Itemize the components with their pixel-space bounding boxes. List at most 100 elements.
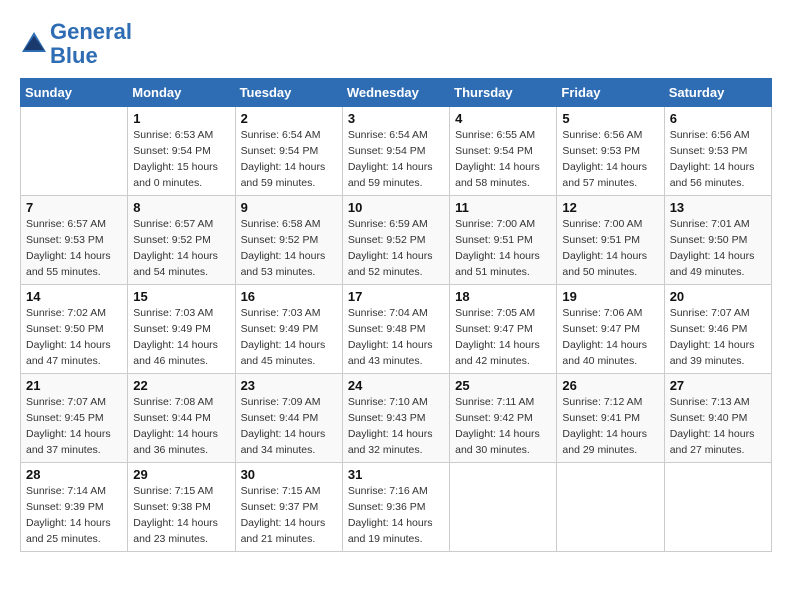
day-number: 24 <box>348 378 444 393</box>
day-cell: 23 Sunrise: 7:09 AMSunset: 9:44 PMDayligh… <box>235 374 342 463</box>
day-cell: 13Sunrise: 7:01 AMSunset: 9:50 PMDayligh… <box>664 196 771 285</box>
day-cell: 9 Sunrise: 6:58 AMSunset: 9:52 PMDaylight… <box>235 196 342 285</box>
day-info: Sunrise: 7:10 AMSunset: 9:43 PMDaylight:… <box>348 395 444 458</box>
day-cell: 30 Sunrise: 7:15 AMSunset: 9:37 PMDayligh… <box>235 463 342 552</box>
day-cell: 4Sunrise: 6:55 AMSunset: 9:54 PMDaylight… <box>450 107 557 196</box>
day-number: 3 <box>348 111 444 126</box>
day-cell <box>664 463 771 552</box>
day-number: 9 <box>241 200 337 215</box>
day-cell: 5Sunrise: 6:56 AMSunset: 9:53 PMDaylight… <box>557 107 664 196</box>
day-info: Sunrise: 7:08 AMSunset: 9:44 PMDaylight:… <box>133 395 229 458</box>
day-header: Saturday <box>664 79 771 107</box>
day-info: Sunrise: 6:58 AMSunset: 9:52 PMDaylight:… <box>241 217 337 280</box>
day-number: 27 <box>670 378 766 393</box>
day-header: Monday <box>128 79 235 107</box>
logo-text: General Blue <box>50 20 132 68</box>
day-number: 11 <box>455 200 551 215</box>
day-number: 30 <box>241 467 337 482</box>
day-info: Sunrise: 7:06 AMSunset: 9:47 PMDaylight:… <box>562 306 658 369</box>
day-number: 5 <box>562 111 658 126</box>
week-row: 21 Sunrise: 7:07 AMSunset: 9:45 PMDayligh… <box>21 374 772 463</box>
day-info: Sunrise: 6:54 AMSunset: 9:54 PMDaylight:… <box>348 128 444 191</box>
day-number: 19 <box>562 289 658 304</box>
day-info: Sunrise: 7:03 AMSunset: 9:49 PMDaylight:… <box>241 306 337 369</box>
day-info: Sunrise: 6:59 AMSunset: 9:52 PMDaylight:… <box>348 217 444 280</box>
day-cell: 28 Sunrise: 7:14 AMSunset: 9:39 PMDayligh… <box>21 463 128 552</box>
day-number: 16 <box>241 289 337 304</box>
day-cell: 1 Sunrise: 6:53 AMSunset: 9:54 PMDaylight… <box>128 107 235 196</box>
day-info: Sunrise: 7:04 AMSunset: 9:48 PMDaylight:… <box>348 306 444 369</box>
day-info: Sunrise: 7:07 AMSunset: 9:45 PMDaylight:… <box>26 395 122 458</box>
day-number: 14 <box>26 289 122 304</box>
day-cell: 18Sunrise: 7:05 AMSunset: 9:47 PMDayligh… <box>450 285 557 374</box>
day-number: 8 <box>133 200 229 215</box>
week-row: 14 Sunrise: 7:02 AMSunset: 9:50 PMDayligh… <box>21 285 772 374</box>
day-cell <box>450 463 557 552</box>
day-number: 1 <box>133 111 229 126</box>
day-cell <box>557 463 664 552</box>
day-cell: 29Sunrise: 7:15 AMSunset: 9:38 PMDayligh… <box>128 463 235 552</box>
day-cell: 27Sunrise: 7:13 AMSunset: 9:40 PMDayligh… <box>664 374 771 463</box>
day-info: Sunrise: 7:09 AMSunset: 9:44 PMDaylight:… <box>241 395 337 458</box>
day-number: 12 <box>562 200 658 215</box>
day-info: Sunrise: 7:00 AMSunset: 9:51 PMDaylight:… <box>562 217 658 280</box>
day-cell: 8 Sunrise: 6:57 AMSunset: 9:52 PMDaylight… <box>128 196 235 285</box>
day-info: Sunrise: 7:02 AMSunset: 9:50 PMDaylight:… <box>26 306 122 369</box>
day-info: Sunrise: 7:01 AMSunset: 9:50 PMDaylight:… <box>670 217 766 280</box>
day-number: 2 <box>241 111 337 126</box>
week-row: 7Sunrise: 6:57 AMSunset: 9:53 PMDaylight… <box>21 196 772 285</box>
day-info: Sunrise: 6:57 AMSunset: 9:53 PMDaylight:… <box>26 217 122 280</box>
day-cell: 26Sunrise: 7:12 AMSunset: 9:41 PMDayligh… <box>557 374 664 463</box>
day-number: 28 <box>26 467 122 482</box>
day-cell: 15Sunrise: 7:03 AMSunset: 9:49 PMDayligh… <box>128 285 235 374</box>
day-number: 6 <box>670 111 766 126</box>
day-cell: 11 Sunrise: 7:00 AMSunset: 9:51 PMDayligh… <box>450 196 557 285</box>
day-info: Sunrise: 7:03 AMSunset: 9:49 PMDaylight:… <box>133 306 229 369</box>
day-number: 21 <box>26 378 122 393</box>
day-cell: 24 Sunrise: 7:10 AMSunset: 9:43 PMDayligh… <box>342 374 449 463</box>
day-number: 18 <box>455 289 551 304</box>
day-cell: 31 Sunrise: 7:16 AMSunset: 9:36 PMDayligh… <box>342 463 449 552</box>
day-number: 29 <box>133 467 229 482</box>
day-cell: 12 Sunrise: 7:00 AMSunset: 9:51 PMDayligh… <box>557 196 664 285</box>
day-number: 26 <box>562 378 658 393</box>
day-cell: 25Sunrise: 7:11 AMSunset: 9:42 PMDayligh… <box>450 374 557 463</box>
day-cell <box>21 107 128 196</box>
day-number: 22 <box>133 378 229 393</box>
week-row: 28 Sunrise: 7:14 AMSunset: 9:39 PMDayligh… <box>21 463 772 552</box>
day-number: 20 <box>670 289 766 304</box>
day-cell: 20 Sunrise: 7:07 AMSunset: 9:46 PMDayligh… <box>664 285 771 374</box>
day-header: Tuesday <box>235 79 342 107</box>
day-cell: 2 Sunrise: 6:54 AMSunset: 9:54 PMDaylight… <box>235 107 342 196</box>
day-cell: 17 Sunrise: 7:04 AMSunset: 9:48 PMDayligh… <box>342 285 449 374</box>
day-cell: 21 Sunrise: 7:07 AMSunset: 9:45 PMDayligh… <box>21 374 128 463</box>
day-number: 23 <box>241 378 337 393</box>
day-cell: 19 Sunrise: 7:06 AMSunset: 9:47 PMDayligh… <box>557 285 664 374</box>
day-info: Sunrise: 7:11 AMSunset: 9:42 PMDaylight:… <box>455 395 551 458</box>
day-header: Sunday <box>21 79 128 107</box>
day-info: Sunrise: 6:54 AMSunset: 9:54 PMDaylight:… <box>241 128 337 191</box>
day-cell: 16 Sunrise: 7:03 AMSunset: 9:49 PMDayligh… <box>235 285 342 374</box>
day-header: Friday <box>557 79 664 107</box>
day-number: 4 <box>455 111 551 126</box>
day-cell: 6 Sunrise: 6:56 AMSunset: 9:53 PMDaylight… <box>664 107 771 196</box>
day-number: 31 <box>348 467 444 482</box>
calendar-table: SundayMondayTuesdayWednesdayThursdayFrid… <box>20 78 772 552</box>
day-header: Wednesday <box>342 79 449 107</box>
day-info: Sunrise: 7:15 AMSunset: 9:37 PMDaylight:… <box>241 484 337 547</box>
page-header: General Blue <box>20 20 772 68</box>
day-info: Sunrise: 7:07 AMSunset: 9:46 PMDaylight:… <box>670 306 766 369</box>
day-info: Sunrise: 7:00 AMSunset: 9:51 PMDaylight:… <box>455 217 551 280</box>
day-cell: 10 Sunrise: 6:59 AMSunset: 9:52 PMDayligh… <box>342 196 449 285</box>
day-info: Sunrise: 6:53 AMSunset: 9:54 PMDaylight:… <box>133 128 229 191</box>
day-number: 10 <box>348 200 444 215</box>
logo-icon <box>20 30 48 58</box>
day-info: Sunrise: 6:57 AMSunset: 9:52 PMDaylight:… <box>133 217 229 280</box>
header-row: SundayMondayTuesdayWednesdayThursdayFrid… <box>21 79 772 107</box>
day-info: Sunrise: 7:16 AMSunset: 9:36 PMDaylight:… <box>348 484 444 547</box>
day-info: Sunrise: 7:14 AMSunset: 9:39 PMDaylight:… <box>26 484 122 547</box>
day-info: Sunrise: 6:56 AMSunset: 9:53 PMDaylight:… <box>670 128 766 191</box>
day-number: 17 <box>348 289 444 304</box>
day-cell: 3 Sunrise: 6:54 AMSunset: 9:54 PMDaylight… <box>342 107 449 196</box>
logo: General Blue <box>20 20 132 68</box>
